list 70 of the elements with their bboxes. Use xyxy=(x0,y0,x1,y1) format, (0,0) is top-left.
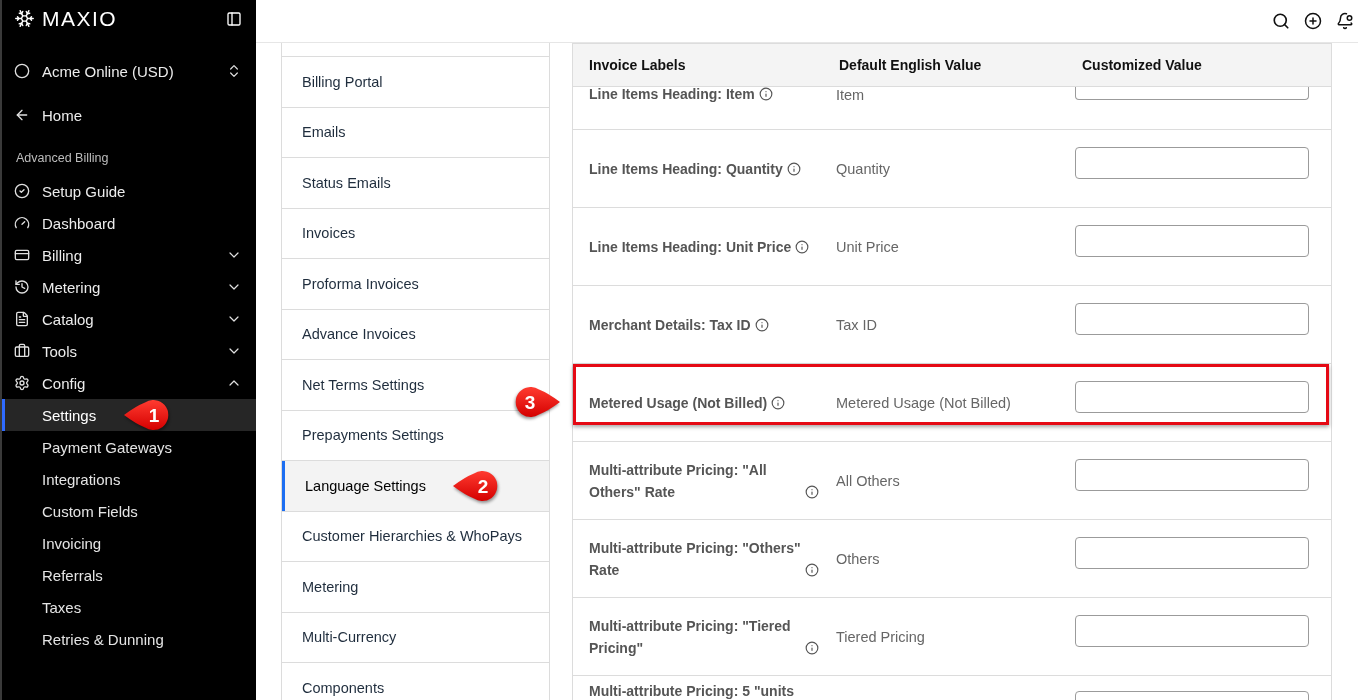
sidebar-item[interactable]: Config xyxy=(2,367,256,399)
invoice-label: Merchant Details: Tax ID xyxy=(589,315,751,335)
gauge-icon xyxy=(14,215,30,231)
default-value: Item xyxy=(836,88,865,102)
sidebar-item[interactable]: Dashboard xyxy=(2,207,256,239)
sidebar-subitem[interactable]: Taxes xyxy=(2,591,256,623)
sidebar-toggle-icon[interactable] xyxy=(226,10,242,27)
callout-badge: 3 xyxy=(514,386,561,418)
custom-value-field[interactable] xyxy=(1075,225,1309,257)
sidebar-item[interactable]: Setup Guide xyxy=(2,175,256,207)
sidebar-subitem[interactable]: Custom Fields xyxy=(2,495,256,527)
sidebar-subitem[interactable]: Payment Gateways xyxy=(2,431,256,463)
column-header: Customized Value xyxy=(1082,57,1202,73)
info-icon[interactable] xyxy=(786,161,801,176)
home-link[interactable]: Home xyxy=(2,96,256,134)
settings-icon xyxy=(14,375,30,391)
search-icon[interactable] xyxy=(1272,12,1290,30)
invoice-label: Line Items Heading: Item xyxy=(589,87,755,101)
sidebar-item[interactable]: Tools xyxy=(2,335,256,367)
check-circle-icon xyxy=(14,183,30,199)
sidebar-subitem[interactable]: Integrations xyxy=(2,463,256,495)
sidebar-subitem[interactable]: Retries & Dunning xyxy=(2,623,256,655)
callout-badge: 1 xyxy=(123,399,170,431)
brand-name: MAXIO xyxy=(42,8,118,29)
default-value: Tiered Pricing xyxy=(836,627,925,646)
history-icon xyxy=(14,279,30,295)
invoice-label: Multi-attribute Pricing: "Tiered Pricing" xyxy=(589,616,792,658)
default-value: Metered Usage (Not Billed) xyxy=(836,393,1011,412)
invoice-label: Metered Usage (Not Billed) xyxy=(589,393,768,413)
column-header: Default English Value xyxy=(839,57,982,73)
info-icon[interactable] xyxy=(754,317,769,332)
sidebar-item[interactable]: Catalog xyxy=(2,303,256,335)
default-value: All Others xyxy=(836,471,900,490)
sidebar-item[interactable]: Billing xyxy=(2,239,256,271)
section-title: Advanced Billing xyxy=(15,150,110,167)
custom-value-field[interactable] xyxy=(1075,615,1309,647)
circle-icon xyxy=(14,63,30,79)
card-icon xyxy=(14,247,30,263)
briefcase-icon xyxy=(14,343,30,359)
invoice-label: Line Items Heading: Quantity xyxy=(589,159,783,179)
info-icon[interactable] xyxy=(758,87,773,101)
info-icon[interactable] xyxy=(795,239,810,254)
invoice-label: Multi-attribute Pricing: "Others" Rate xyxy=(589,538,801,580)
custom-value-field[interactable] xyxy=(1075,381,1309,413)
default-value: Others xyxy=(836,549,880,568)
callout-badge: 2 xyxy=(452,470,499,502)
document-icon xyxy=(14,311,30,327)
account-switcher[interactable]: Acme Online (USD) xyxy=(2,52,256,90)
invoice-label: Line Items Heading: Unit Price xyxy=(589,237,792,257)
default-value: Quantity xyxy=(836,159,890,178)
invoice-label: Multi-attribute Pricing: "All Others" Rate xyxy=(589,460,768,502)
custom-value-field[interactable] xyxy=(1075,303,1309,335)
default-value: Tax ID xyxy=(836,315,878,334)
column-header: Invoice Labels xyxy=(588,57,686,73)
sidebar-item[interactable]: Metering xyxy=(2,271,256,303)
info-icon[interactable] xyxy=(805,484,819,499)
sidebar-subitem[interactable]: Invoicing xyxy=(2,527,256,559)
snowflake-icon xyxy=(14,8,35,29)
custom-value-field[interactable] xyxy=(1075,537,1309,569)
custom-value-field[interactable] xyxy=(1075,459,1309,491)
custom-value-field[interactable] xyxy=(1075,147,1309,179)
default-value: Unit Price xyxy=(836,237,899,256)
notification-bell-icon[interactable] xyxy=(1336,12,1354,30)
info-icon[interactable] xyxy=(805,640,819,655)
info-icon[interactable] xyxy=(771,395,786,410)
sidebar-subitem[interactable]: Referrals xyxy=(2,559,256,591)
custom-value-field[interactable] xyxy=(1075,87,1309,100)
info-icon[interactable] xyxy=(805,562,819,577)
invoice-label: Multi-attribute Pricing: 5 "units xyxy=(589,682,794,700)
plus-circle-icon[interactable] xyxy=(1304,12,1322,30)
